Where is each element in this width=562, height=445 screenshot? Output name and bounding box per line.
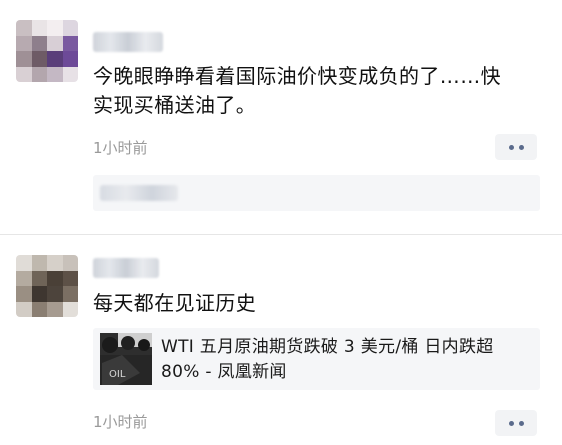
- more-button[interactable]: [495, 134, 537, 160]
- ellipsis-icon: [508, 144, 514, 150]
- ellipsis-icon: [518, 420, 524, 426]
- more-button[interactable]: [495, 410, 537, 436]
- comment-text-line: 实现买桶送油了。: [93, 93, 257, 117]
- comment-text-line: 今晚眼睁睁看着国际油价快变成负的了……快: [93, 64, 501, 88]
- ellipsis-icon: [518, 144, 524, 150]
- username[interactable]: [93, 32, 163, 52]
- link-title-line: WTI 五月原油期货跌破 3 美元/桶 日内跌超: [161, 337, 494, 357]
- thumb-label: OIL: [109, 369, 126, 380]
- link-title: WTI 五月原油期货跌破 3 美元/桶 日内跌超 80% - 凤凰新闻: [161, 335, 531, 385]
- avatar[interactable]: [16, 20, 78, 82]
- link-thumbnail: OIL: [100, 333, 152, 385]
- username[interactable]: [93, 258, 159, 278]
- divider: [0, 234, 562, 235]
- likes-names[interactable]: [100, 185, 178, 201]
- avatar[interactable]: [16, 255, 78, 317]
- ellipsis-icon: [508, 420, 514, 426]
- comment-text: 今晚眼睁睁看着国际油价快变成负的了……快 实现买桶送油了。: [93, 62, 538, 120]
- timestamp: 1小时前: [93, 413, 148, 431]
- link-card[interactable]: OIL WTI 五月原油期货跌破 3 美元/桶 日内跌超 80% - 凤凰新闻: [93, 328, 540, 390]
- link-title-line: 80% - 凤凰新闻: [161, 362, 287, 382]
- timestamp: 1小时前: [93, 139, 148, 157]
- comment-text: 每天都在见证历史: [93, 291, 257, 315]
